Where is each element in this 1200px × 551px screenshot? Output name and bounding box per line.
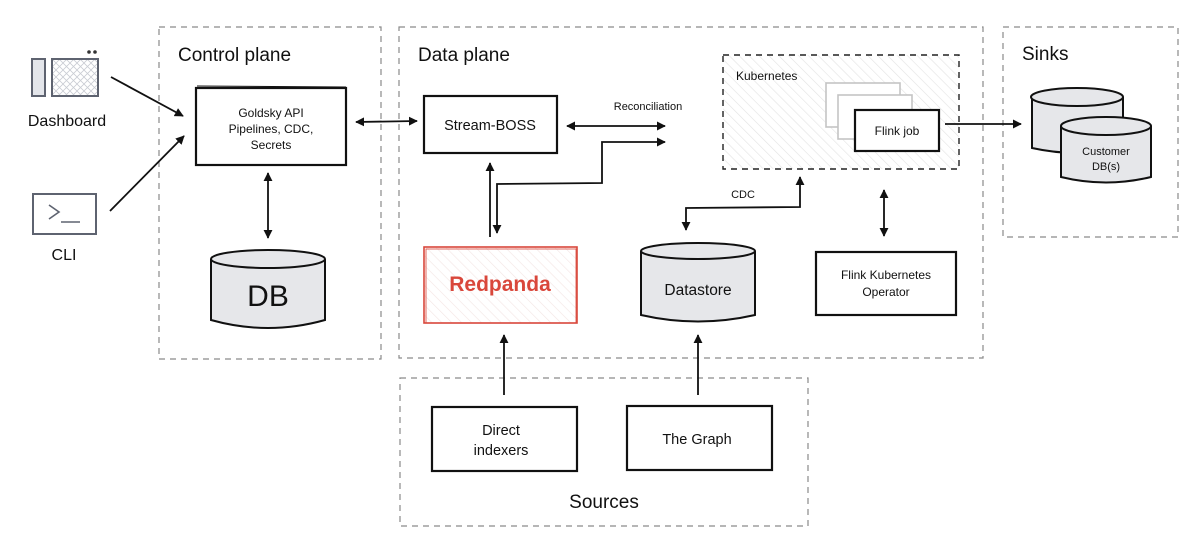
flink-operator-line-1: Flink Kubernetes xyxy=(841,268,931,282)
reconciliation-label: Reconciliation xyxy=(614,101,682,113)
direct-indexers-node[interactable]: Direct indexers xyxy=(430,405,579,473)
datastore-label: Datastore xyxy=(664,282,731,299)
customer-db-cylinders[interactable]: Customer DB(s) xyxy=(1030,87,1152,184)
datastore-cylinder[interactable]: Datastore xyxy=(640,242,756,323)
architecture-diagram: Control plane Data plane Sinks Sources D… xyxy=(28,26,1179,527)
edge-api-stream-boss xyxy=(355,116,418,127)
dashboard-window-icon xyxy=(31,50,99,97)
goldsky-api-line-3: Secrets xyxy=(251,138,292,152)
data-plane-title: Data plane xyxy=(418,45,510,66)
direct-indexers-line-1: Direct xyxy=(482,423,520,439)
sinks-title: Sinks xyxy=(1022,44,1068,65)
cdc-label: CDC xyxy=(731,189,755,201)
edge-redpanda-kubernetes xyxy=(492,137,666,234)
sources-title: Sources xyxy=(569,492,639,513)
goldsky-api-line-1: Goldsky API xyxy=(238,106,303,120)
dashboard-node[interactable]: Dashboard xyxy=(28,50,106,130)
edge-cdc xyxy=(681,176,805,231)
dashboard-label: Dashboard xyxy=(28,113,106,130)
cli-label: CLI xyxy=(52,247,77,264)
db-cylinder[interactable]: DB xyxy=(210,249,326,329)
redpanda-node[interactable]: Redpanda xyxy=(423,246,578,324)
the-graph-label: The Graph xyxy=(662,432,731,448)
customer-db-line-2: DB(s) xyxy=(1092,161,1120,173)
cli-node[interactable]: CLI xyxy=(32,193,97,264)
direct-indexers-line-2: indexers xyxy=(474,443,529,459)
flink-job-node[interactable]: Flink job xyxy=(853,108,941,153)
stream-boss-node[interactable]: Stream-BOSS xyxy=(422,94,559,155)
redpanda-logo-text: Redpanda xyxy=(449,273,551,296)
flink-operator-line-2: Operator xyxy=(862,285,909,299)
terminal-prompt-icon xyxy=(32,193,97,235)
goldsky-api-line-2: Pipelines, CDC, xyxy=(229,122,314,136)
stream-boss-label: Stream-BOSS xyxy=(444,118,536,134)
flink-operator-node[interactable]: Flink Kubernetes Operator xyxy=(814,250,958,317)
customer-db-line-1: Customer xyxy=(1082,146,1130,158)
the-graph-node[interactable]: The Graph xyxy=(625,404,774,472)
edge-cli-to-api xyxy=(109,135,185,212)
db-label: DB xyxy=(247,280,289,313)
kubernetes-label: Kubernetes xyxy=(736,69,797,83)
goldsky-api-node[interactable]: Goldsky API Pipelines, CDC, Secrets xyxy=(194,85,348,167)
flink-job-label: Flink job xyxy=(875,124,920,138)
control-plane-title: Control plane xyxy=(178,45,291,66)
edge-dashboard-to-api xyxy=(110,76,184,117)
